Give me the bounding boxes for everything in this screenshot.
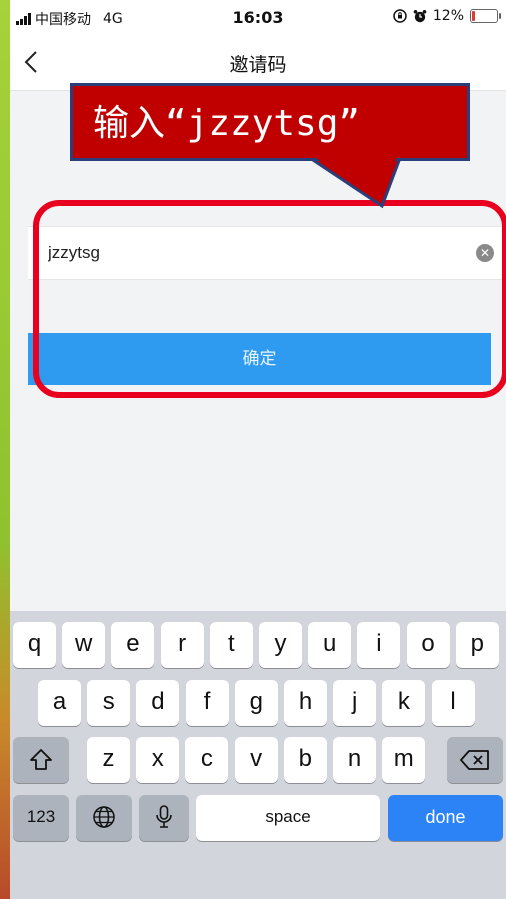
shift-key[interactable] (13, 737, 69, 783)
key-z[interactable]: z (87, 737, 130, 783)
key-c[interactable]: c (185, 737, 229, 783)
key-r[interactable]: r (160, 622, 204, 668)
key-x[interactable]: x (136, 737, 180, 783)
key-b[interactable]: b (283, 737, 327, 783)
key-e[interactable]: e (111, 622, 155, 668)
key-v[interactable]: v (234, 737, 278, 783)
callout-pointer-cover (313, 156, 397, 200)
keyboard: qwertyuiop asdfghjkl zxcvbnm 123 space d… (10, 611, 506, 899)
key-k[interactable]: k (382, 680, 426, 726)
key-p[interactable]: p (455, 622, 499, 668)
dictation-key[interactable] (139, 795, 189, 841)
backspace-icon (460, 750, 489, 770)
key-y[interactable]: y (259, 622, 302, 668)
key-j[interactable]: j (333, 680, 377, 726)
keyboard-row-4: 123 space done (10, 795, 506, 841)
space-key[interactable]: space (196, 795, 380, 841)
globe-key[interactable] (76, 795, 132, 841)
key-n[interactable]: n (333, 737, 376, 783)
keyboard-row-2: asdfghjkl (10, 680, 506, 726)
backspace-key[interactable] (447, 737, 503, 783)
key-i[interactable]: i (357, 622, 401, 668)
key-u[interactable]: u (308, 622, 352, 668)
microphone-icon (156, 805, 172, 828)
keyboard-row-1: qwertyuiop (10, 622, 506, 668)
key-m[interactable]: m (382, 737, 426, 783)
annotation-highlight-box (33, 200, 506, 398)
done-key[interactable]: done (388, 795, 503, 841)
key-q[interactable]: q (13, 622, 56, 668)
key-o[interactable]: o (406, 622, 450, 668)
key-a[interactable]: a (38, 680, 81, 726)
key-h[interactable]: h (284, 680, 327, 726)
key-t[interactable]: t (209, 622, 253, 668)
phone-screen: 中国移动 4G 16:03 12% 邀请码 jzzytsg ✕ 确定 输入“jz… (10, 0, 506, 899)
key-s[interactable]: s (87, 680, 131, 726)
numbers-key[interactable]: 123 (13, 795, 69, 841)
shift-icon (30, 749, 52, 770)
key-g[interactable]: g (234, 680, 278, 726)
keyboard-row-3: zxcvbnm (10, 737, 506, 783)
key-f[interactable]: f (185, 680, 229, 726)
key-d[interactable]: d (136, 680, 180, 726)
globe-icon (93, 806, 115, 828)
key-l[interactable]: l (431, 680, 475, 726)
key-w[interactable]: w (62, 622, 106, 668)
